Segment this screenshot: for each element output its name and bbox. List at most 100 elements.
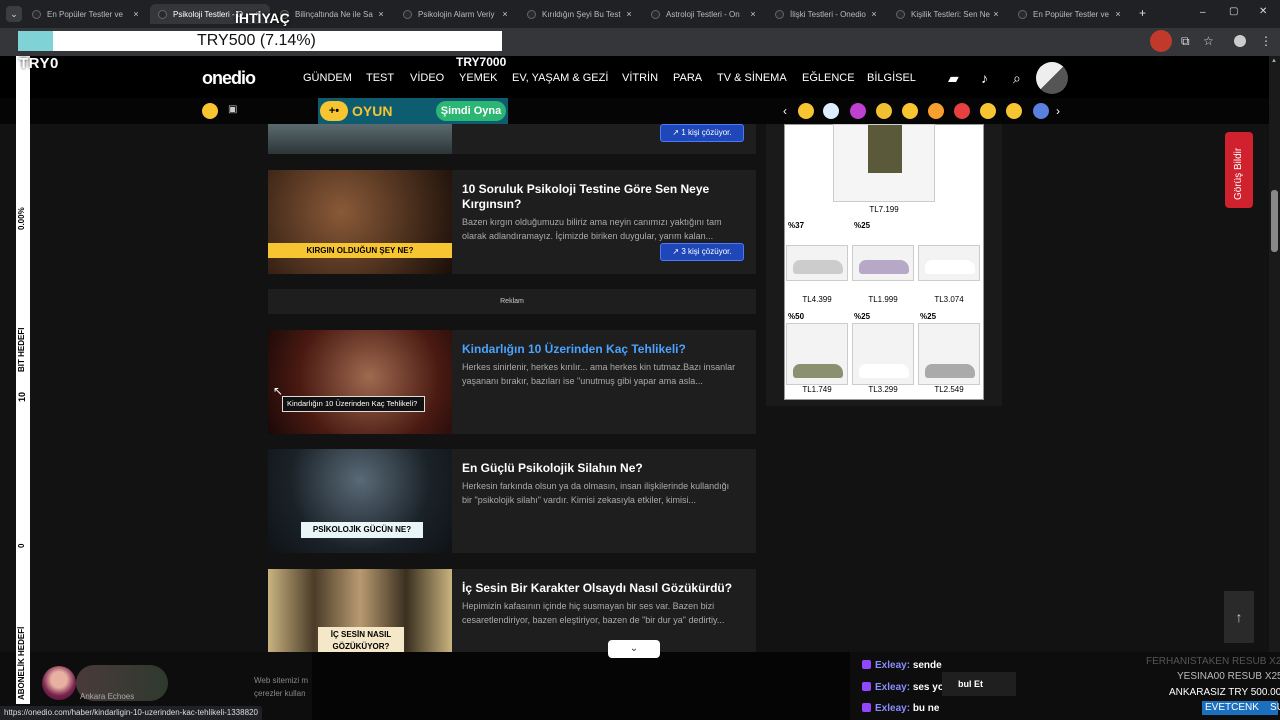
- chat-message: Exleay: sende: [862, 660, 942, 671]
- play-now-button[interactable]: Şimdi Oyna: [436, 101, 506, 121]
- browser-tab[interactable]: En Popüler Testler ve ×: [1010, 4, 1130, 24]
- tab-close-icon[interactable]: ×: [747, 9, 759, 19]
- article-card[interactable]: İÇ SESİN NASIL GÖZÜKÜYOR? İç Sesin Bir K…: [268, 569, 756, 652]
- bell-icon[interactable]: ♪: [981, 70, 988, 86]
- back-to-top-button[interactable]: ↑: [1224, 591, 1254, 643]
- oyun-label: OYUN: [352, 103, 393, 119]
- article-title[interactable]: 10 Soruluk Psikoloji Testine Göre Sen Ne…: [462, 182, 742, 212]
- article-card-partial[interactable]: ↗ 1 kişi çözüyor.: [268, 124, 756, 154]
- maximize-button[interactable]: ▢: [1229, 6, 1238, 17]
- reaction-emoji-icon[interactable]: [798, 103, 814, 119]
- chat-icon[interactable]: ▰: [948, 70, 959, 87]
- article-title[interactable]: Kindarlığın 10 Üzerinden Kaç Tehlikeli?: [462, 342, 742, 357]
- article-desc-line: yaşananı bırakır, bazıları ise "unutmuş …: [462, 376, 703, 386]
- site-favicon-icon: [775, 9, 784, 19]
- install-icon[interactable]: ⧉: [1181, 34, 1190, 49]
- site-favicon-icon: [527, 9, 536, 19]
- reaction-emoji-icon[interactable]: [850, 103, 866, 119]
- emoji-next-arrow-icon[interactable]: ›: [1056, 104, 1060, 118]
- browser-tab[interactable]: Kişilik Testleri: Sen Ne ×: [888, 4, 1008, 24]
- scrollbar-track[interactable]: [1269, 56, 1280, 720]
- nav-item[interactable]: EĞLENCE: [802, 72, 855, 84]
- collapse-chevron-icon[interactable]: ⌄: [608, 640, 660, 658]
- sub-alert-highlight: EVETCENK SUB: [1202, 701, 1280, 715]
- user-avatar[interactable]: [1036, 62, 1068, 94]
- reaction-emoji-icon[interactable]: [954, 103, 970, 119]
- ad-label: Reklam: [268, 289, 756, 314]
- browser-tab[interactable]: En Popüler Testler ve ×: [24, 4, 148, 24]
- tab-close-icon[interactable]: ×: [990, 9, 1002, 19]
- tab-close-icon[interactable]: ×: [868, 9, 880, 19]
- menu-kebab-icon[interactable]: ⋮: [1260, 34, 1272, 48]
- profile-icon[interactable]: [1234, 35, 1246, 47]
- article-title[interactable]: İç Sesin Bir Karakter Olsaydı Nasıl Gözü…: [462, 581, 742, 596]
- cookie-accept-button[interactable]: bul Et: [942, 672, 1016, 696]
- browser-tab[interactable]: Psikolojin Alarm Veriy ×: [395, 4, 517, 24]
- product-image[interactable]: [852, 323, 914, 385]
- ticket-icon[interactable]: ▣: [228, 104, 237, 115]
- shoe-image: [793, 260, 843, 274]
- site-logo[interactable]: onedio: [202, 68, 256, 89]
- article-thumbnail: [268, 330, 452, 434]
- product-image[interactable]: [918, 323, 980, 385]
- site-favicon-icon: [32, 9, 41, 19]
- article-card[interactable]: Kindarlığın 10 Üzerinden Kaç Tehlikeli? …: [268, 330, 756, 434]
- donation-overlay-text: TRY500 (7.14%): [197, 32, 316, 49]
- product-image[interactable]: [786, 245, 848, 281]
- product-image[interactable]: [852, 245, 914, 281]
- nav-item[interactable]: PARA: [673, 72, 702, 84]
- feedback-label: Görüş Bildir: [1233, 147, 1244, 200]
- tab-close-icon[interactable]: ×: [375, 9, 387, 19]
- product-discount: %25: [854, 312, 871, 321]
- tab-close-icon[interactable]: ×: [499, 9, 511, 19]
- tab-title: En Popüler Testler ve: [47, 9, 123, 19]
- article-title[interactable]: En Güçlü Psikolojik Silahın Ne?: [462, 461, 742, 476]
- reaction-emoji-icon[interactable]: [928, 103, 944, 119]
- tab-close-icon[interactable]: ×: [130, 9, 142, 19]
- nav-item[interactable]: GÜNDEM: [303, 72, 352, 84]
- shoe-image: [925, 364, 975, 378]
- tab-search-button[interactable]: ⌄: [6, 6, 22, 22]
- nav-item[interactable]: YEMEK: [459, 72, 498, 84]
- browser-tab[interactable]: Bilinçaltında Ne ile Sa ×: [272, 4, 393, 24]
- reaction-emoji-icon[interactable]: [1006, 103, 1022, 119]
- product-price: TL3.074: [934, 295, 964, 304]
- solving-count-badge: ↗ 3 kişi çözüyor.: [660, 243, 744, 261]
- browser-tab[interactable]: Kırıldığın Şeyi Bu Test ×: [519, 4, 641, 24]
- bit-goal-value: 10: [17, 391, 27, 402]
- tab-title: İlişki Testleri - Onedio: [790, 9, 866, 19]
- product-image[interactable]: [918, 245, 980, 281]
- reaction-emoji-icon[interactable]: [1033, 103, 1049, 119]
- tab-close-icon[interactable]: ×: [1112, 9, 1124, 19]
- minimize-button[interactable]: –: [1200, 7, 1206, 18]
- nav-item[interactable]: TEST: [366, 72, 394, 84]
- product-discount: %37: [788, 221, 805, 230]
- nav-item[interactable]: BİLGİSEL: [867, 72, 916, 84]
- product-image[interactable]: [833, 124, 935, 202]
- nav-item[interactable]: EV, YAŞAM & GEZİ: [512, 72, 608, 84]
- reaction-emoji-icon[interactable]: [876, 103, 892, 119]
- bookmark-star-icon[interactable]: ☆: [1203, 34, 1214, 48]
- nav-item[interactable]: VİDEO: [410, 72, 444, 84]
- extension-icon[interactable]: [1150, 30, 1172, 52]
- games-icon[interactable]: [202, 103, 218, 119]
- reaction-emoji-icon[interactable]: [980, 103, 996, 119]
- browser-tab[interactable]: İlişki Testleri - Onedio ×: [767, 4, 886, 24]
- product-image[interactable]: [786, 323, 848, 385]
- tab-title: Psikolojin Alarm Veriy: [418, 9, 495, 19]
- article-card[interactable]: PSİKOLOJİK GÜCÜN NE? En Güçlü Psikolojik…: [268, 449, 756, 553]
- nav-item[interactable]: VİTRİN: [622, 72, 658, 84]
- tab-close-icon[interactable]: ×: [623, 9, 635, 19]
- nav-item[interactable]: TV & SİNEMA: [717, 72, 787, 84]
- scrollbar-thumb[interactable]: [1271, 190, 1278, 252]
- twitch-badge-icon: [862, 682, 871, 691]
- close-window-button[interactable]: ✕: [1259, 6, 1267, 17]
- new-tab-button[interactable]: +: [1139, 6, 1146, 20]
- reaction-emoji-icon[interactable]: [823, 103, 839, 119]
- article-card[interactable]: KIRGIN OLDUĞUN ŞEY NE? 10 Soruluk Psikol…: [268, 170, 756, 274]
- scroll-up-icon[interactable]: ▲: [1271, 58, 1277, 64]
- search-icon[interactable]: ⌕: [1013, 70, 1021, 87]
- browser-tab[interactable]: Astroloji Testleri - On ×: [643, 4, 765, 24]
- emoji-prev-arrow-icon[interactable]: ‹: [783, 104, 787, 118]
- reaction-emoji-icon[interactable]: [902, 103, 918, 119]
